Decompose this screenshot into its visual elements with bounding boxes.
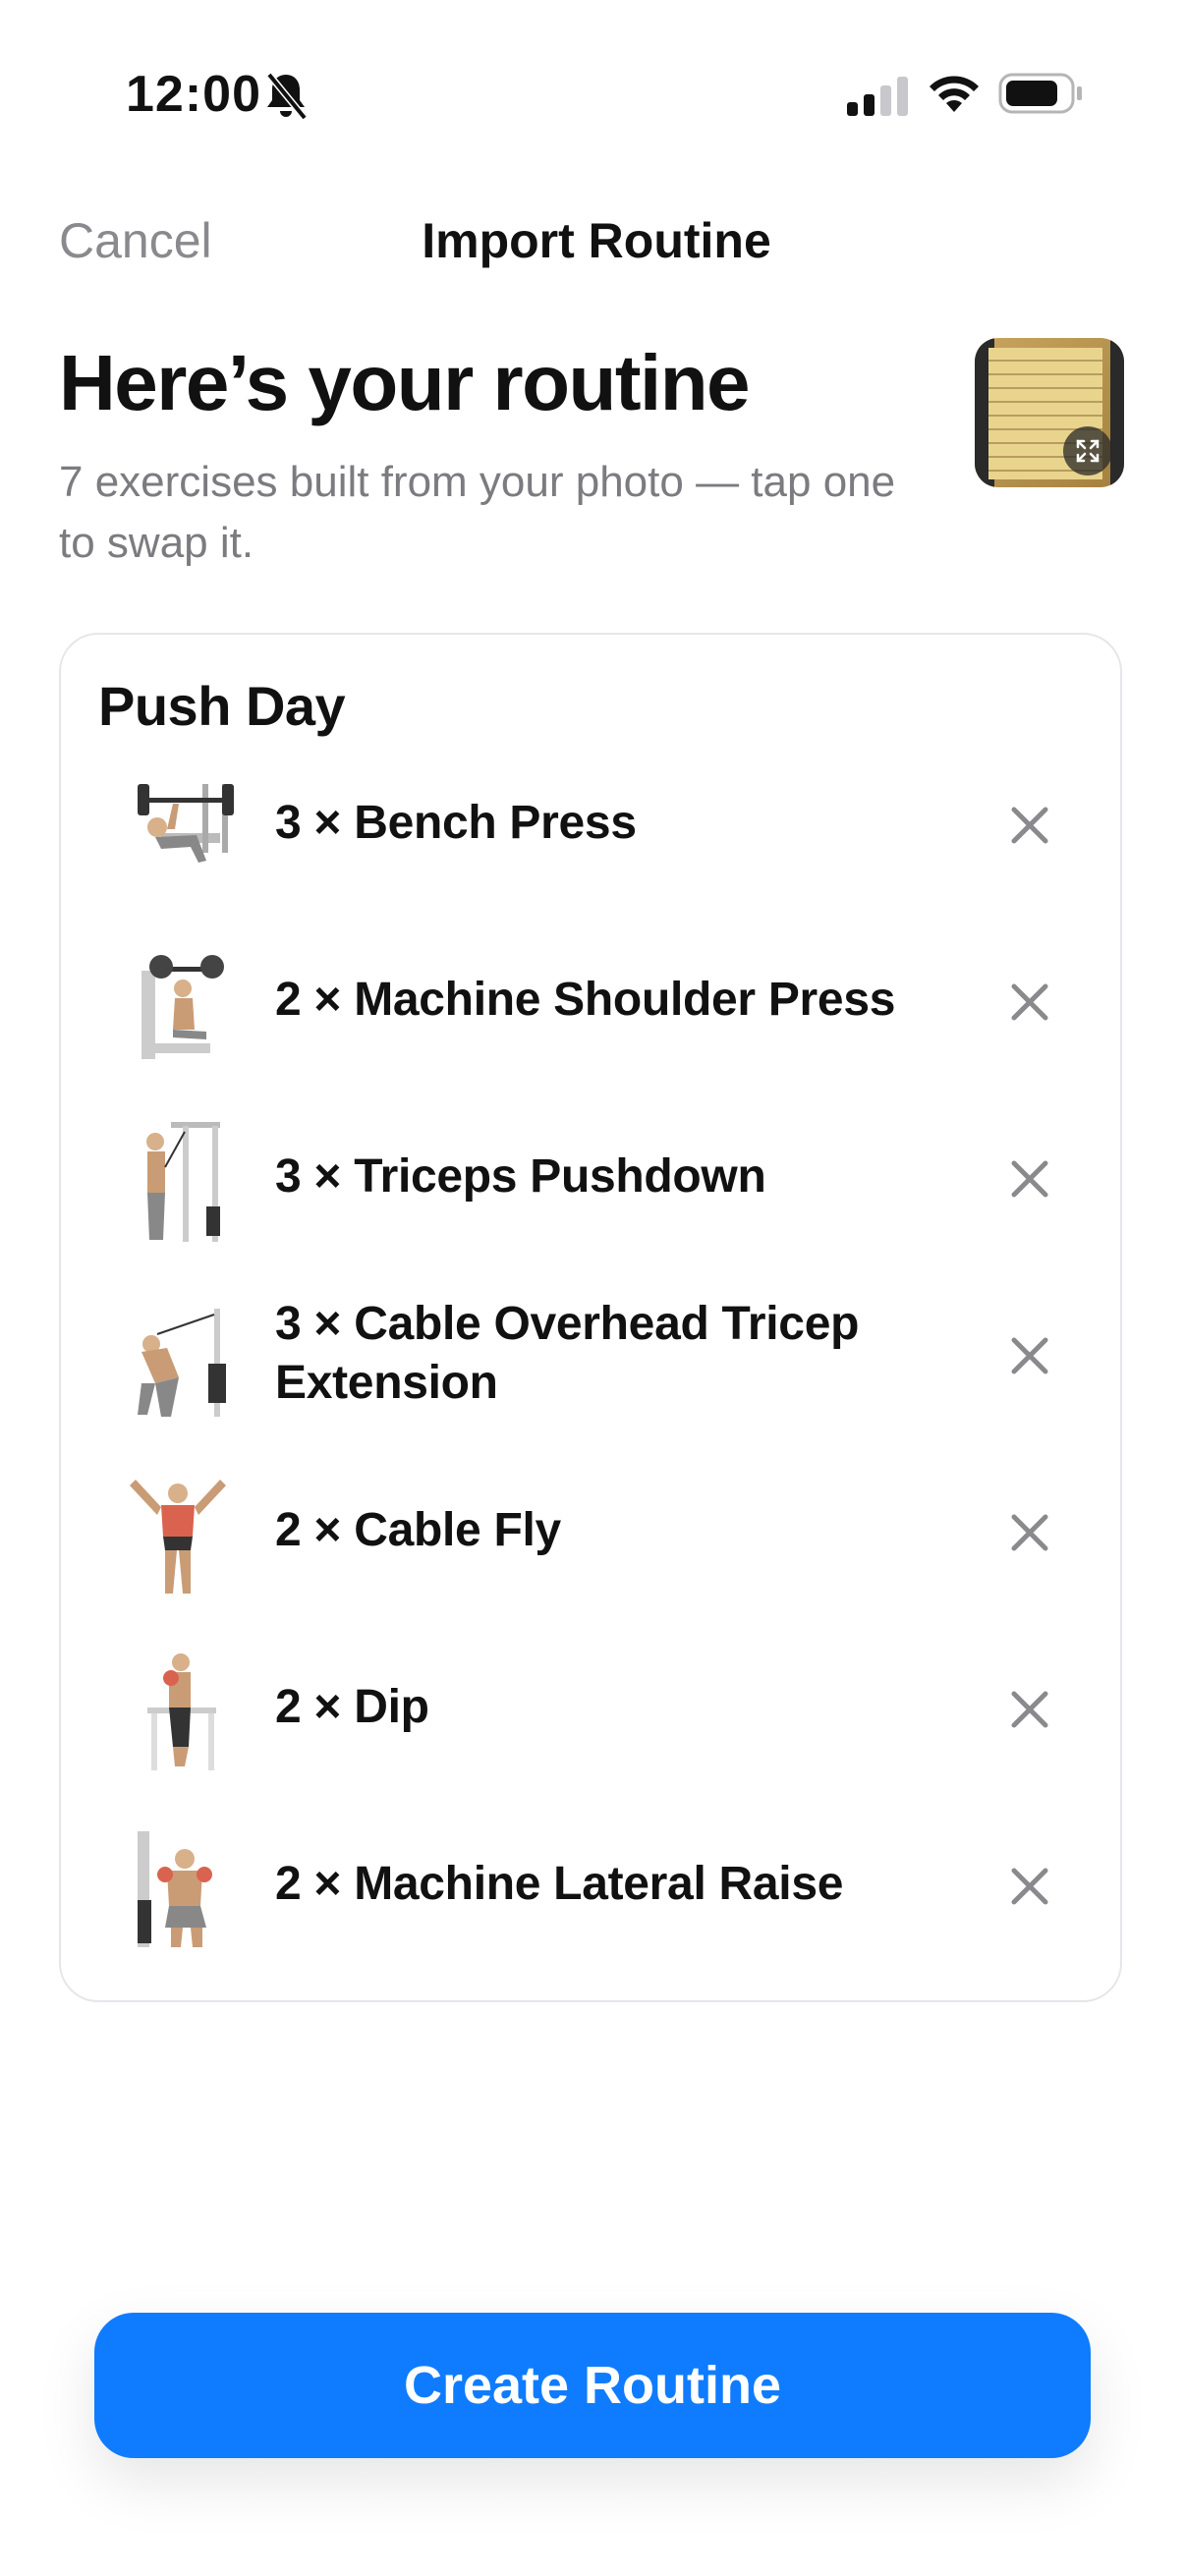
exercise-row[interactable]: 2 × Cable Fly: [61, 1452, 1120, 1619]
source-photo-thumbnail[interactable]: [975, 338, 1124, 487]
exercise-row[interactable]: 3 × Triceps Pushdown: [61, 1098, 1120, 1265]
machine-lateral-raise-illustration: [138, 1831, 212, 1947]
remove-icon[interactable]: [1008, 1334, 1051, 1377]
page-title-text: Import Routine: [422, 213, 771, 268]
routine-headline: Here’s your routine: [59, 339, 751, 426]
exercise-row[interactable]: 2 × Machine Lateral Raise: [61, 1806, 1120, 1973]
remove-icon[interactable]: [1008, 1157, 1051, 1201]
remove-icon[interactable]: [1008, 1511, 1051, 1554]
wifi-icon: [930, 76, 979, 112]
photo-shadow-right: [1110, 338, 1124, 487]
exercise-label: 2 × Cable Fly: [275, 1504, 561, 1556]
create-routine-button[interactable]: Create Routine: [94, 2313, 1091, 2458]
routine-subtitle: 7 exercises built from your photo — tap …: [59, 458, 896, 567]
exercise-label: 2 × Machine Lateral Raise: [275, 1858, 844, 1910]
battery-icon: [998, 73, 1082, 114]
exercise-row[interactable]: 3 × Bench Press: [61, 745, 1120, 912]
status-bar: 12:00: [0, 0, 1185, 187]
cellular-signal-icon: [847, 77, 908, 116]
exercise-label: 3 × Cable Overhead Tricep Extension: [275, 1298, 860, 1409]
routine-name: Push Day: [98, 675, 346, 737]
expand-icon[interactable]: [1063, 426, 1112, 476]
exercise-row[interactable]: 2 × Machine Shoulder Press: [61, 922, 1120, 1089]
page-title: Import Routine: [0, 212, 1185, 269]
routine-card: Push Day 3 × Bench Press 2 × Machine Sho: [59, 633, 1122, 2002]
triceps-pushdown-illustration: [146, 1122, 220, 1242]
remove-icon[interactable]: [1008, 1688, 1051, 1731]
remove-icon[interactable]: [1008, 980, 1051, 1024]
bench-press-illustration: [138, 784, 234, 863]
exercise-label: 3 × Triceps Pushdown: [275, 1150, 766, 1203]
dip-illustration: [147, 1653, 216, 1770]
machine-shoulder-press-illustration: [141, 955, 224, 1059]
exercise-row[interactable]: 3 × Cable Overhead Tricep Extension: [61, 1275, 1120, 1442]
exercise-label: 3 × Bench Press: [275, 797, 637, 849]
exercise-label: 2 × Machine Shoulder Press: [275, 974, 896, 1026]
remove-icon[interactable]: [1008, 1865, 1051, 1908]
cable-fly-illustration: [130, 1480, 226, 1594]
exercise-label: 2 × Dip: [275, 1681, 429, 1733]
status-time: 12:00: [126, 66, 261, 123]
exercise-row[interactable]: 2 × Dip: [61, 1629, 1120, 1796]
remove-icon[interactable]: [1008, 804, 1051, 847]
bell-slash-icon: [266, 72, 308, 121]
cable-overhead-extension-illustration: [138, 1309, 226, 1417]
